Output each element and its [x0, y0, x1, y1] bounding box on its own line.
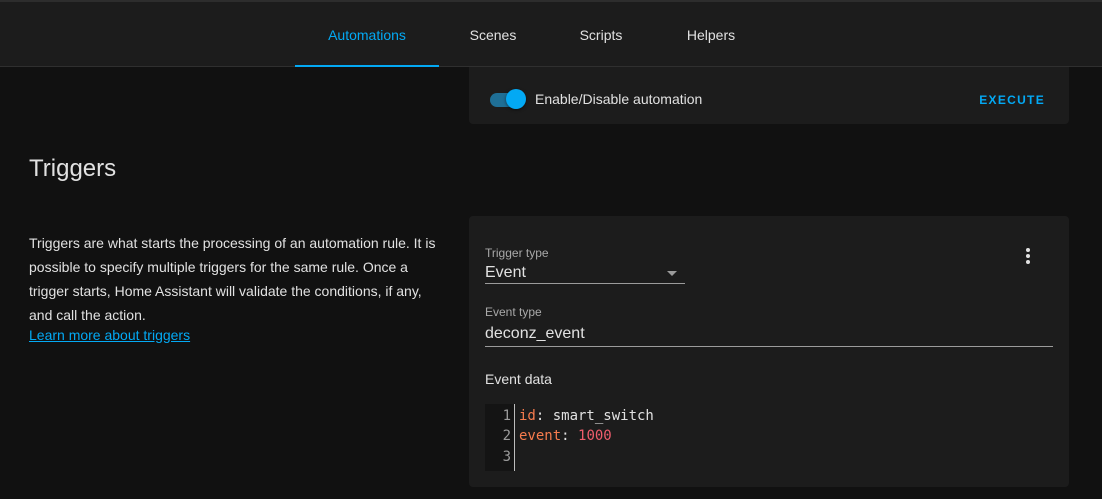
tab-scripts[interactable]: Scripts	[558, 2, 644, 67]
line-number: 3	[502, 449, 511, 465]
automation-enable-card: Enable/Disable automation EXECUTE	[469, 67, 1069, 124]
trigger-type-value[interactable]: Event	[485, 264, 526, 282]
yaml-separator: :	[535, 408, 553, 424]
event-type-input[interactable]: deconz_event	[485, 325, 585, 343]
event-data-code-editor[interactable]: 1 2 3 id: smart_switch event: 1000	[485, 404, 1053, 471]
trigger-type-label: Trigger type	[485, 246, 549, 260]
triggers-heading: Triggers	[29, 155, 117, 182]
event-type-underline	[485, 346, 1053, 347]
top-tab-bar: Automations Scenes Scripts Helpers	[0, 0, 1102, 67]
toggle-label: Enable/Disable automation	[535, 91, 703, 107]
tab-automations-label: Automations	[328, 26, 406, 43]
dots-vertical-icon[interactable]	[1022, 247, 1034, 265]
yaml-string-value: smart_switch	[552, 408, 654, 424]
chevron-down-icon[interactable]	[667, 271, 677, 276]
triggers-description: Triggers are what starts the processing …	[29, 235, 436, 323]
tab-scenes-label: Scenes	[469, 26, 517, 43]
code-line[interactable]: event: 1000	[519, 428, 612, 444]
line-number: 1	[502, 408, 511, 424]
toggle-thumb[interactable]	[506, 89, 526, 109]
yaml-number-value: 1000	[578, 428, 612, 444]
text-cursor	[514, 404, 515, 471]
event-data-label: Event data	[485, 371, 552, 387]
tab-scenes[interactable]: Scenes	[449, 2, 537, 67]
tab-helpers-label: Helpers	[686, 26, 736, 43]
learn-more-triggers-link[interactable]: Learn more about triggers	[29, 327, 190, 343]
tab-scripts-label: Scripts	[579, 26, 623, 43]
trigger-type-underline	[485, 283, 685, 284]
yaml-separator: :	[561, 428, 579, 444]
trigger-card: Trigger type Event Event type deconz_eve…	[469, 216, 1069, 487]
yaml-key: id	[519, 408, 536, 424]
yaml-key: event	[519, 428, 562, 444]
active-tab-indicator	[295, 65, 439, 67]
line-number: 2	[502, 428, 511, 444]
event-type-label: Event type	[485, 305, 542, 319]
tab-helpers[interactable]: Helpers	[666, 2, 756, 67]
tab-automations[interactable]: Automations	[295, 2, 439, 67]
code-line[interactable]: id: smart_switch	[519, 408, 654, 424]
line-number-gutter: 1 2 3	[485, 404, 515, 471]
execute-button[interactable]: EXECUTE	[979, 93, 1045, 107]
